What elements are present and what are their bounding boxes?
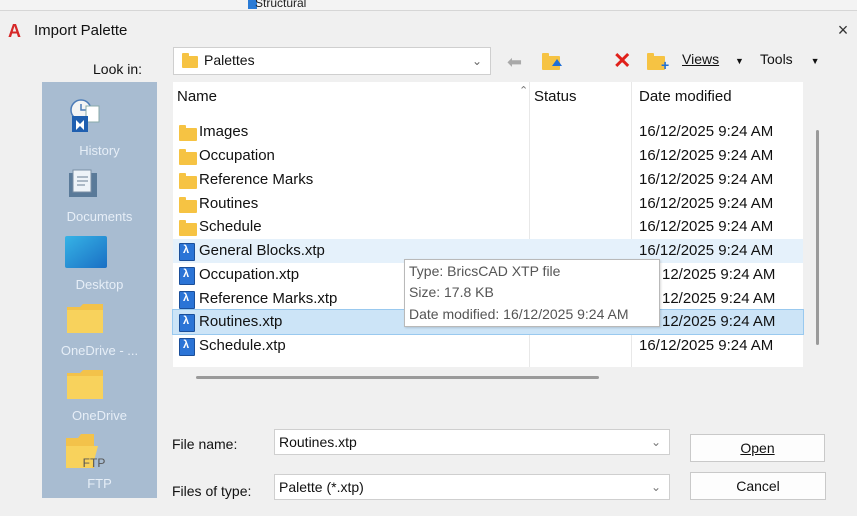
file-name: Images bbox=[199, 123, 249, 140]
column-header-name[interactable]: Name bbox=[177, 88, 217, 105]
file-name: Routines.xtp bbox=[199, 313, 283, 330]
tooltip-type: Type: BricsCAD XTP file bbox=[409, 263, 561, 279]
app-logo-icon: A bbox=[8, 21, 21, 41]
file-type-label: Files of type: bbox=[172, 483, 252, 499]
look-in-dropdown[interactable]: Palettes ⌄ bbox=[173, 47, 491, 75]
place-label: History bbox=[79, 143, 120, 158]
file-info-tooltip: Type: BricsCAD XTP file Size: 17.8 KB Da… bbox=[404, 259, 660, 327]
documents-icon bbox=[69, 169, 97, 197]
place-desktop[interactable]: Desktop bbox=[42, 228, 157, 294]
tools-label: Tools bbox=[760, 51, 793, 67]
folder-icon bbox=[179, 220, 197, 236]
dropdown-arrow-icon: ▼ bbox=[734, 56, 744, 66]
column-header-status[interactable]: Status bbox=[534, 88, 577, 105]
file-date: 12/2025 9:24 AM bbox=[662, 290, 776, 307]
xtp-file-icon bbox=[179, 314, 195, 332]
list-item-folder[interactable]: Images 16/12/2025 9:24 AM bbox=[173, 120, 803, 144]
place-label: OneDrive - ... bbox=[60, 343, 139, 358]
file-name-label: File name: bbox=[172, 436, 238, 452]
chevron-down-icon[interactable]: ⌄ bbox=[651, 480, 661, 494]
file-date: 16/12/2025 9:24 AM bbox=[639, 242, 774, 259]
xtp-file-icon bbox=[179, 291, 195, 309]
file-name: Occupation bbox=[199, 147, 275, 164]
look-in-label: Look in: bbox=[93, 61, 143, 77]
background-window-strip: Structural bbox=[0, 0, 857, 10]
file-name: General Blocks.xtp bbox=[199, 242, 325, 259]
sort-ascending-icon: ⌃ bbox=[519, 85, 529, 97]
ftp-overlay-label: FTP bbox=[82, 456, 106, 470]
file-name: Occupation.xtp bbox=[199, 266, 300, 283]
file-type-value: Palette (*.xtp) bbox=[279, 479, 364, 495]
file-date: 16/12/2025 9:24 AM bbox=[639, 123, 774, 140]
new-folder-icon[interactable]: + bbox=[647, 51, 670, 73]
cancel-button[interactable]: Cancel bbox=[690, 472, 826, 500]
close-button[interactable]: × bbox=[834, 19, 852, 41]
place-label: Documents bbox=[66, 209, 133, 224]
file-name-field[interactable]: Routines.xtp ⌄ bbox=[274, 429, 670, 455]
file-date: 16/12/2025 9:24 AM bbox=[639, 218, 774, 235]
folder-icon bbox=[67, 370, 103, 399]
open-button-label: Open bbox=[740, 440, 775, 456]
history-icon bbox=[70, 99, 100, 132]
xtp-file-icon bbox=[179, 243, 195, 261]
delete-icon[interactable]: ✕ bbox=[613, 48, 631, 74]
file-date: 16/12/2025 9:24 AM bbox=[639, 171, 774, 188]
folder-icon bbox=[179, 149, 197, 165]
place-onedrive[interactable]: OneDrive bbox=[42, 360, 157, 423]
desktop-icon bbox=[65, 236, 107, 268]
dropdown-arrow-icon: ▼ bbox=[810, 56, 820, 66]
place-history[interactable]: History bbox=[42, 82, 157, 158]
xtp-file-icon bbox=[179, 267, 195, 285]
up-folder-icon[interactable] bbox=[542, 51, 562, 71]
folder-icon bbox=[179, 197, 197, 213]
chevron-down-icon[interactable]: ⌄ bbox=[651, 435, 661, 449]
file-name: Schedule bbox=[199, 218, 262, 235]
tooltip-modified: Date modified: 16/12/2025 9:24 AM bbox=[409, 306, 629, 322]
file-type-dropdown[interactable]: Palette (*.xtp) ⌄ bbox=[274, 474, 670, 500]
list-item-folder[interactable]: Routines 16/12/2025 9:24 AM bbox=[173, 192, 803, 216]
file-name: Reference Marks bbox=[199, 171, 314, 188]
file-name-value: Routines.xtp bbox=[279, 434, 357, 450]
file-date: 12/2025 9:24 AM bbox=[662, 266, 776, 283]
horizontal-scrollbar[interactable] bbox=[196, 376, 599, 379]
tooltip-size: Size: 17.8 KB bbox=[409, 284, 494, 300]
place-documents[interactable]: Documents bbox=[42, 162, 157, 224]
views-menu-button[interactable]: Views ▼ bbox=[682, 51, 744, 67]
up-arrow-icon bbox=[552, 59, 562, 66]
dialog-title: Import Palette bbox=[34, 22, 128, 39]
place-ftp[interactable]: FTP FTP bbox=[42, 422, 157, 498]
views-label: Views bbox=[682, 51, 720, 67]
vertical-scrollbar[interactable] bbox=[816, 130, 819, 345]
file-name: Routines bbox=[199, 195, 259, 212]
background-fragment-text: Structural bbox=[255, 0, 307, 10]
folder-icon bbox=[67, 304, 103, 333]
open-button[interactable]: Open bbox=[690, 434, 825, 462]
tools-menu-button[interactable]: Tools ▼ bbox=[760, 51, 820, 67]
file-date: 16/12/2025 9:24 AM bbox=[639, 195, 774, 212]
list-item-folder[interactable]: Occupation 16/12/2025 9:24 AM bbox=[173, 144, 803, 168]
file-date: 16/12/2025 9:24 AM bbox=[639, 147, 774, 164]
folder-icon bbox=[179, 125, 197, 141]
file-date: 12/2025 9:24 AM bbox=[662, 313, 776, 330]
place-label: OneDrive bbox=[72, 408, 127, 423]
folder-icon bbox=[182, 53, 198, 68]
file-name: Schedule.xtp bbox=[199, 337, 286, 354]
place-onedrive-business[interactable]: OneDrive - ... bbox=[42, 294, 157, 360]
places-bar: History Documents Desktop OneDrive - ... bbox=[42, 82, 157, 498]
column-header-date[interactable]: Date modified bbox=[639, 88, 732, 105]
folder-icon bbox=[179, 173, 197, 189]
place-label: FTP bbox=[87, 476, 112, 491]
file-name: Reference Marks.xtp bbox=[199, 290, 338, 307]
list-item-folder[interactable]: Reference Marks 16/12/2025 9:24 AM bbox=[173, 168, 803, 192]
list-item-file[interactable]: Schedule.xtp 16/12/2025 9:24 AM bbox=[173, 334, 803, 358]
list-item-folder[interactable]: Schedule 16/12/2025 9:24 AM bbox=[173, 215, 803, 239]
place-label: Desktop bbox=[75, 277, 124, 292]
look-in-value: Palettes bbox=[204, 52, 255, 68]
back-arrow-icon[interactable]: ⬅ bbox=[507, 52, 522, 73]
plus-icon: + bbox=[661, 57, 670, 73]
chevron-down-icon: ⌄ bbox=[472, 54, 483, 68]
title-bar: A Import Palette × bbox=[0, 11, 857, 51]
file-date: 16/12/2025 9:24 AM bbox=[639, 337, 774, 354]
xtp-file-icon bbox=[179, 338, 195, 356]
